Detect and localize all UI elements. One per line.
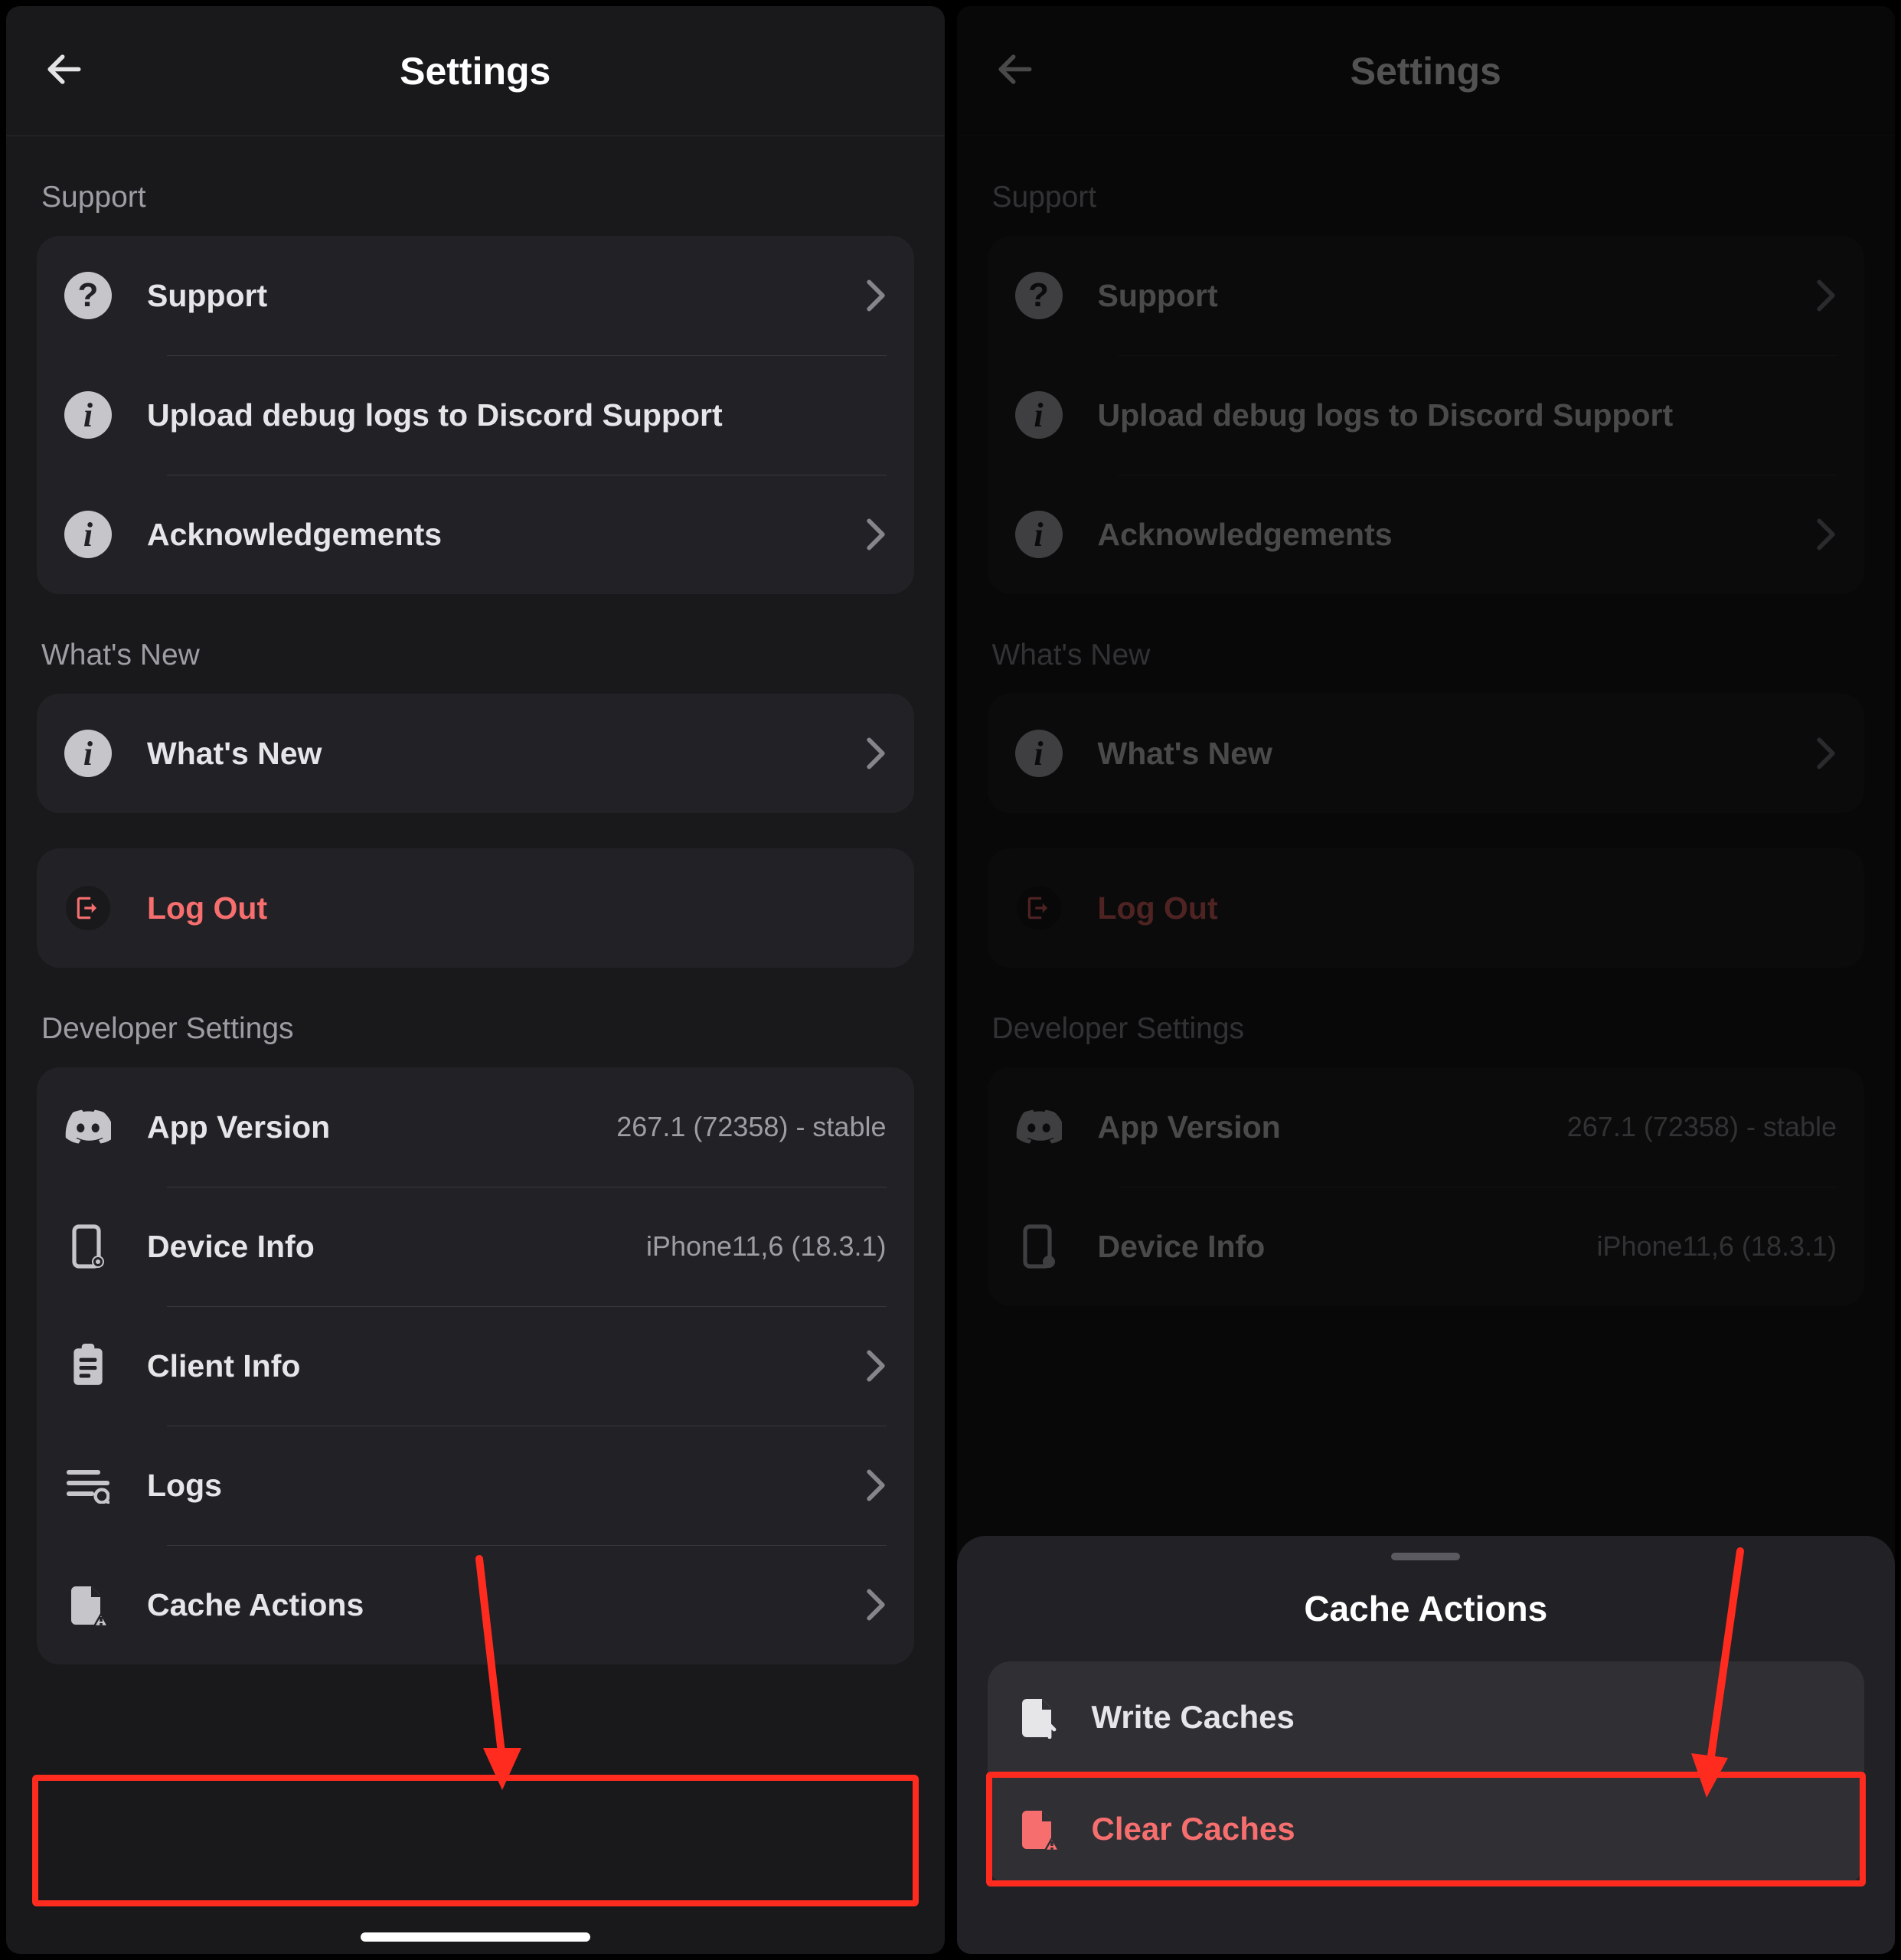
chevron-right-icon [865, 737, 887, 770]
row-cache-actions[interactable]: Cache Actions [37, 1545, 914, 1664]
section-label-support: Support [41, 181, 914, 214]
row-support[interactable]: ? Support [37, 236, 914, 355]
chevron-right-icon [865, 279, 887, 312]
info-icon: i [64, 391, 112, 439]
settings-content: Support ? Support i Upload debug logs to… [6, 136, 945, 1695]
row-upload-debug[interactable]: i Upload debug logs to Discord Support [37, 355, 914, 475]
sheet-grabber[interactable] [1391, 1553, 1460, 1560]
home-indicator [361, 1932, 590, 1942]
screen-settings: Settings Support ? Support i Upload debu… [6, 6, 945, 1954]
row-whats-new[interactable]: i What's New [37, 694, 914, 813]
group-logout: Log Out [37, 848, 914, 968]
back-button[interactable] [37, 41, 92, 100]
row-label: Upload debug logs to Discord Support [147, 397, 887, 433]
row-label: Write Caches [1092, 1699, 1837, 1736]
row-write-caches[interactable]: Write Caches [988, 1661, 1865, 1773]
chevron-right-icon [865, 1349, 887, 1383]
row-trail-value: 267.1 (72358) - stable [616, 1111, 886, 1143]
chevron-right-icon [865, 518, 887, 551]
info-icon: i [64, 511, 112, 558]
info-icon: i [64, 730, 112, 777]
device-icon [64, 1223, 112, 1270]
screen-settings-sheet: Settings Support ? Support i Upload debu… [957, 6, 1896, 1954]
help-icon: ? [64, 272, 112, 319]
group-support: ? Support i Upload debug logs to Discord… [37, 236, 914, 594]
row-client-info[interactable]: Client Info [37, 1306, 914, 1426]
row-acknowledgements[interactable]: i Acknowledgements [37, 475, 914, 594]
sheet-title: Cache Actions [988, 1588, 1865, 1629]
row-label: Logs [147, 1468, 850, 1504]
chevron-right-icon [865, 1468, 887, 1502]
row-label: Client Info [147, 1348, 850, 1384]
discord-icon [64, 1103, 112, 1151]
annotation-highlight-cache-actions [32, 1775, 919, 1906]
row-logs[interactable]: Logs [37, 1426, 914, 1545]
row-app-version[interactable]: App Version 267.1 (72358) - stable [37, 1067, 914, 1187]
row-log-out[interactable]: Log Out [37, 848, 914, 968]
row-label: Acknowledgements [147, 517, 850, 553]
section-label-whatsnew: What's New [41, 639, 914, 672]
row-label: App Version [147, 1109, 601, 1145]
cache-icon [64, 1581, 112, 1628]
logs-icon [64, 1462, 112, 1509]
row-clear-caches[interactable]: Clear Caches [988, 1773, 1865, 1885]
row-label: Support [147, 278, 850, 314]
row-trail-value: iPhone11,6 (18.3.1) [646, 1230, 887, 1263]
group-dev: App Version 267.1 (72358) - stable Devic… [37, 1067, 914, 1664]
sheet-group: Write Caches Clear Caches [988, 1661, 1865, 1885]
clipboard-icon [64, 1342, 112, 1390]
row-label: Cache Actions [147, 1587, 850, 1623]
cache-clear-icon [1015, 1805, 1063, 1853]
page-title: Settings [400, 49, 550, 93]
row-label: Log Out [147, 890, 887, 926]
logout-icon [64, 884, 112, 932]
chevron-right-icon [865, 1588, 887, 1622]
cache-write-icon [1015, 1694, 1063, 1741]
row-label: Device Info [147, 1229, 631, 1265]
cache-actions-sheet: Cache Actions Write Caches Clear Caches [957, 1536, 1896, 1954]
row-device-info[interactable]: Device Info iPhone11,6 (18.3.1) [37, 1187, 914, 1306]
header: Settings [6, 6, 945, 136]
section-label-dev: Developer Settings [41, 1012, 914, 1046]
row-label: What's New [147, 736, 850, 772]
group-whatsnew: i What's New [37, 694, 914, 813]
row-label: Clear Caches [1092, 1811, 1837, 1847]
back-arrow-icon [43, 47, 86, 90]
